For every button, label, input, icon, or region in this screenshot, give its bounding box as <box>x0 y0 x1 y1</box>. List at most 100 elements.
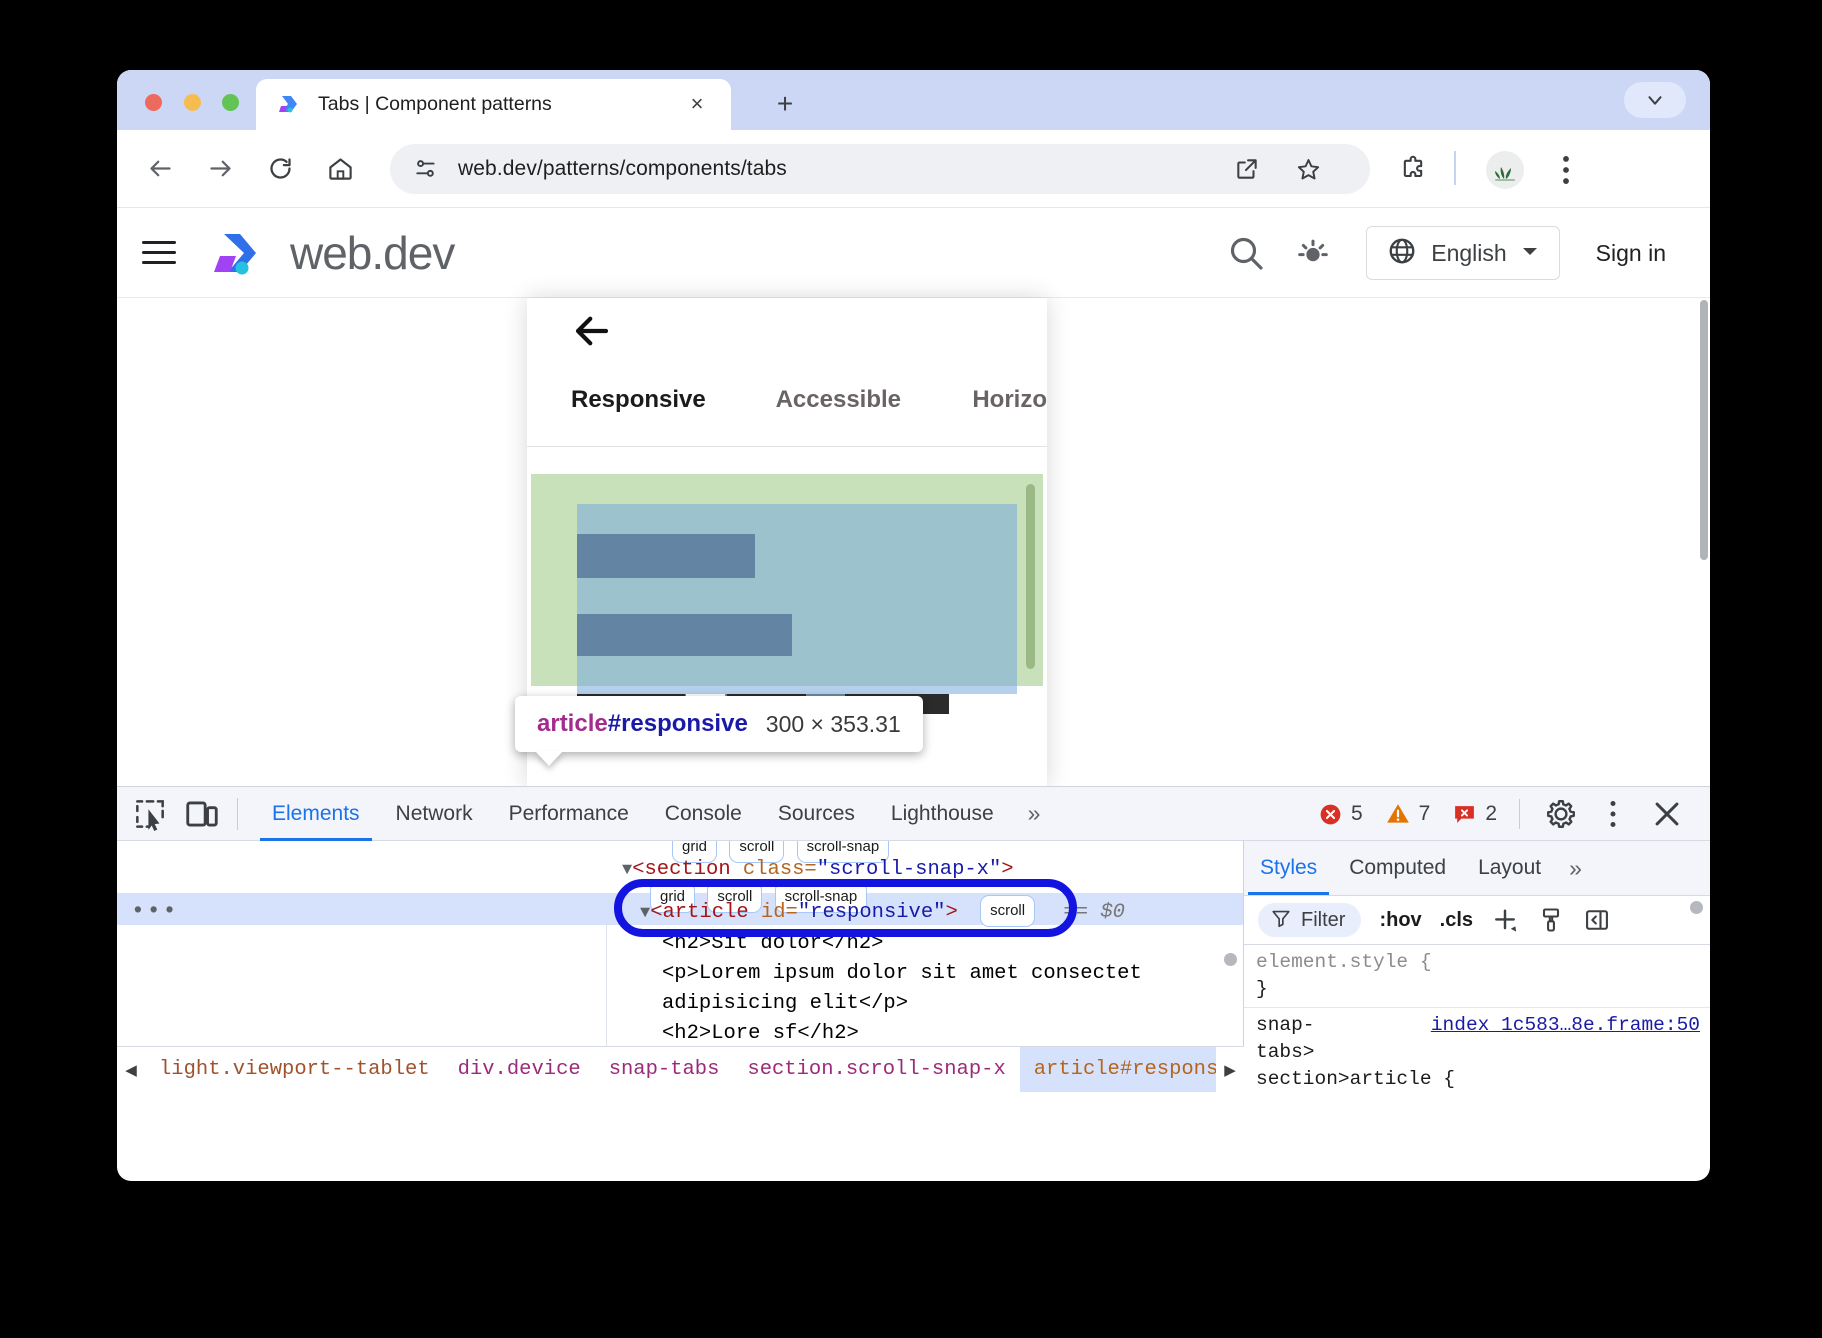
webdev-logo-icon[interactable] <box>210 228 270 278</box>
avatar[interactable] <box>1486 151 1524 189</box>
device-toolbar-icon[interactable] <box>183 795 221 833</box>
tab-console[interactable]: Console <box>647 787 760 841</box>
address-bar[interactable]: web.dev/patterns/components/tabs <box>390 144 1370 194</box>
back-arrow-icon[interactable] <box>571 310 613 352</box>
dom-attr: id= <box>749 901 798 924</box>
theme-toggle-icon[interactable] <box>1294 234 1332 272</box>
toolbar-divider <box>1454 151 1456 185</box>
snap-tab-horizontal[interactable]: Horizo <box>972 386 1047 414</box>
close-icon[interactable] <box>1650 797 1684 831</box>
close-icon[interactable]: × <box>685 92 709 116</box>
error-count[interactable]: 5 <box>1318 802 1363 827</box>
breadcrumb-item-snap-tabs[interactable]: snap-tabs <box>595 1047 734 1093</box>
gear-icon[interactable] <box>1544 797 1578 831</box>
devtools-divider <box>237 798 238 830</box>
breadcrumb: ◀ light.viewport--tablet div.device snap… <box>117 1046 1244 1092</box>
url-text[interactable]: web.dev/patterns/components/tabs <box>458 157 787 181</box>
tab-computed[interactable]: Computed <box>1333 841 1462 895</box>
window-maximize-button[interactable] <box>222 94 239 111</box>
computed-styles-sidebar-icon[interactable] <box>1537 906 1565 934</box>
breadcrumb-item-section[interactable]: section.scroll-snap-x <box>733 1047 1019 1093</box>
more-styles-tabs-icon[interactable]: » <box>1557 855 1594 882</box>
language-selector[interactable]: English <box>1366 226 1559 280</box>
breadcrumb-item-viewport[interactable]: light.viewport--tablet <box>145 1047 444 1093</box>
dom-line-paragraph[interactable]: <p>Lorem ipsum dolor sit amet consectet … <box>662 959 1192 1019</box>
filter-input[interactable]: Filter <box>1258 903 1361 937</box>
page-title: web.dev <box>290 226 454 280</box>
tab-styles[interactable]: Styles <box>1244 841 1333 895</box>
tab-network[interactable]: Network <box>378 787 491 841</box>
styles-rules-list[interactable]: element.style { } index_1c583…8e.frame:5… <box>1244 945 1710 1092</box>
rule-source-link[interactable]: index_1c583…8e.frame:50 <box>1431 1012 1700 1039</box>
dom-tag-close: > <box>945 901 957 924</box>
dom-tag: <article <box>650 901 748 924</box>
forward-button[interactable] <box>197 146 243 192</box>
browser-menu-icon[interactable] <box>1549 152 1583 188</box>
page-scrollbar[interactable] <box>1700 300 1708 560</box>
chevron-down-icon <box>1521 244 1539 262</box>
bookmark-star-icon[interactable] <box>1295 156 1322 183</box>
snap-tab-accessible[interactable]: Accessible <box>776 386 973 414</box>
window-minimize-button[interactable] <box>184 94 201 111</box>
breadcrumb-item-article[interactable]: article#responsive <box>1020 1047 1244 1093</box>
content-block <box>577 614 792 656</box>
tab-sources[interactable]: Sources <box>760 787 873 841</box>
class-toggle[interactable]: .cls <box>1440 909 1473 932</box>
warning-count-value: 7 <box>1419 802 1431 826</box>
styles-scroll-indicator[interactable] <box>1690 901 1703 914</box>
expand-arrow-icon[interactable]: ▼ <box>640 904 650 923</box>
node-actions-icon[interactable]: ••• <box>131 896 178 926</box>
tab-lighthouse[interactable]: Lighthouse <box>873 787 1012 841</box>
rule-close-brace: } <box>1256 976 1710 1003</box>
extensions-icon[interactable] <box>1399 155 1427 183</box>
tab-layout[interactable]: Layout <box>1462 841 1557 895</box>
inspect-element-icon[interactable] <box>131 795 169 833</box>
dom-resize-handle[interactable] <box>1224 953 1237 966</box>
error-icon <box>1318 802 1343 827</box>
breadcrumb-scroll-left-icon[interactable]: ◀ <box>117 1047 145 1093</box>
hamburger-menu-icon[interactable] <box>142 234 176 271</box>
styles-tabbar: Styles Computed Layout » <box>1244 841 1710 895</box>
hover-state-toggle[interactable]: :hov <box>1379 909 1421 932</box>
breadcrumb-scroll-right-icon[interactable]: ▶ <box>1216 1047 1244 1093</box>
element-highlight-content-box <box>577 504 1017 694</box>
rule-snap-tabs-article[interactable]: index_1c583…8e.frame:50 snap- tabs> sect… <box>1244 1008 1710 1092</box>
more-panels-icon[interactable]: » <box>1012 800 1057 827</box>
dom-tag: <section <box>632 858 730 881</box>
snap-tabs: Responsive Accessible Horizo <box>527 386 1047 414</box>
search-icon[interactable] <box>1226 233 1266 273</box>
tab-performance[interactable]: Performance <box>491 787 647 841</box>
tooltip-dimensions: 300 × 353.31 <box>766 711 901 738</box>
window-close-button[interactable] <box>145 94 162 111</box>
new-tab-button[interactable]: + <box>767 86 803 122</box>
filter-placeholder: Filter <box>1301 909 1345 932</box>
browser-tab[interactable]: Tabs | Component patterns × <box>256 79 731 130</box>
site-header: web.dev <box>117 208 1710 298</box>
tab-strip: Tabs | Component patterns × + <box>117 70 1710 130</box>
share-icon[interactable] <box>1234 156 1260 182</box>
toggle-sidebar-icon[interactable] <box>1583 906 1611 934</box>
dom-line-article[interactable]: ▼<article id="responsive"> scroll == $0 <box>640 895 1125 929</box>
site-settings-icon[interactable] <box>413 156 439 182</box>
new-style-rule-icon[interactable] <box>1491 906 1519 934</box>
back-button[interactable] <box>137 146 183 192</box>
issues-count[interactable]: 2 <box>1452 802 1497 827</box>
dom-line-h2-second[interactable]: <h2>Lore sf</h2> <box>662 1019 859 1049</box>
devtools-menu-icon[interactable] <box>1602 797 1624 831</box>
dom-line-h2-first[interactable]: <h2>Sit dolor</h2> <box>662 929 883 959</box>
snap-tab-responsive[interactable]: Responsive <box>571 386 776 414</box>
expand-arrow-icon[interactable]: ▼ <box>622 861 632 880</box>
chevron-down-icon[interactable] <box>1624 82 1686 118</box>
warning-count[interactable]: 7 <box>1385 801 1431 827</box>
filter-icon <box>1270 907 1292 934</box>
breadcrumb-item-device[interactable]: div.device <box>444 1047 595 1093</box>
home-button[interactable] <box>317 146 363 192</box>
badge-scroll[interactable]: scroll <box>980 895 1035 927</box>
inspector-tooltip: article#responsive 300 × 353.31 <box>515 696 923 752</box>
rule-element-style[interactable]: element.style { } <box>1244 945 1710 1008</box>
tab-elements[interactable]: Elements <box>254 787 378 841</box>
reload-button[interactable] <box>257 146 303 192</box>
article-scrollbar[interactable] <box>1026 484 1035 669</box>
rule-selector-part-2: tabs> <box>1256 1039 1710 1066</box>
sign-in-button[interactable]: Sign in <box>1596 240 1666 267</box>
